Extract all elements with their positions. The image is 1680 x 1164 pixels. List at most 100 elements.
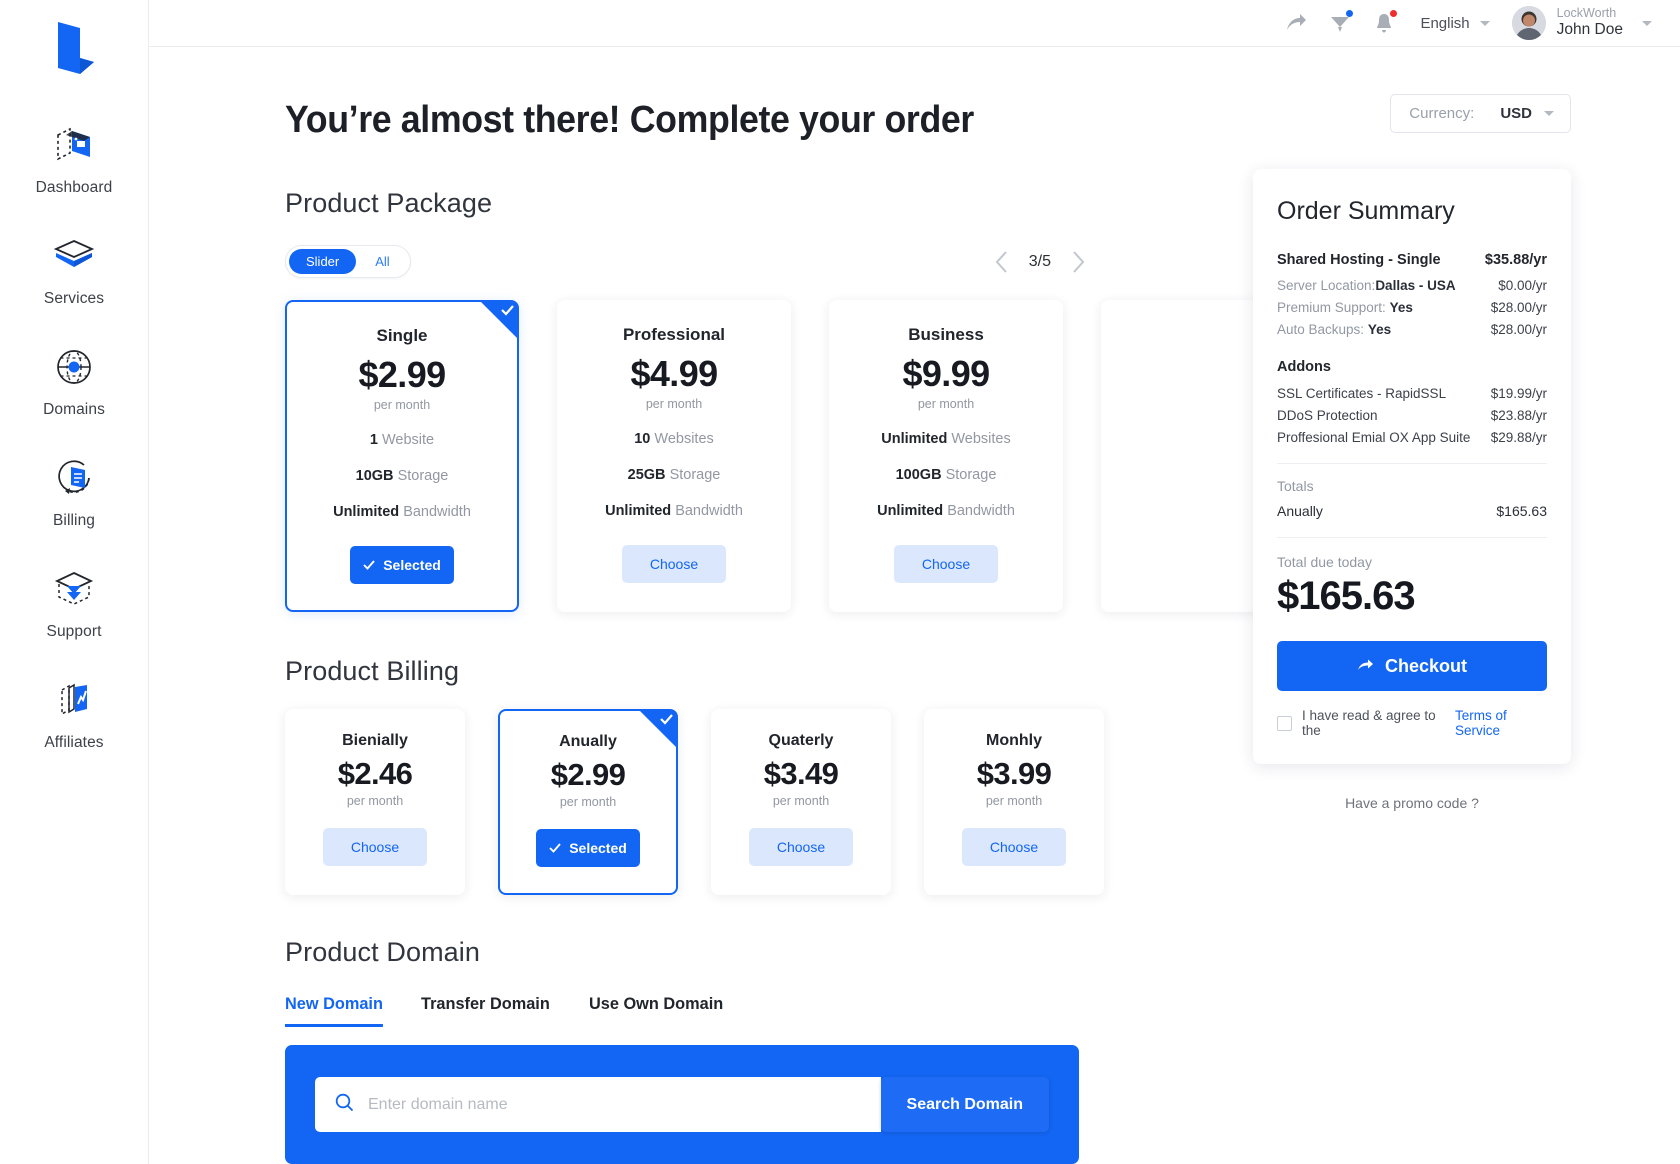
bell-icon[interactable] (1362, 8, 1406, 38)
page-content: You’re almost there! Complete your order… (149, 47, 1680, 1164)
chevron-left-icon[interactable] (995, 250, 1008, 273)
promo-code-link[interactable]: Have a promo code ? (1253, 795, 1571, 811)
billing-name: Monhly (986, 732, 1042, 749)
terms-of-service-link[interactable]: Terms of Service (1455, 708, 1547, 738)
package-feature-label: Website (381, 432, 435, 448)
summary-addon-amount: $29.88/yr (1490, 430, 1547, 445)
billing-price: $2.99 (550, 757, 626, 792)
package-price: $4.99 (630, 353, 718, 394)
billing-name: Quaterly (768, 732, 834, 749)
globe-icon (47, 342, 101, 392)
messages-icon[interactable] (1318, 8, 1362, 38)
package-feature-label: Bandwidth (403, 504, 471, 520)
tab-transfer-domain[interactable]: Transfer Domain (421, 994, 550, 1027)
sidebar: Dashboard Services Domains Billing Suppo… (0, 0, 149, 1164)
sidebar-item-label: Billing (52, 512, 96, 529)
avatar (1511, 6, 1546, 40)
package-price: $9.99 (902, 353, 990, 394)
order-summary-rows: Shared Hosting - Single $35.88/yr Server… (1277, 252, 1547, 445)
package-feature-value: 1 (369, 432, 378, 448)
app-root: Dashboard Services Domains Billing Suppo… (0, 0, 1680, 1164)
domain-tabs: New Domain Transfer Domain Use Own Domai… (285, 994, 1680, 1027)
check-icon (363, 560, 375, 570)
language-selector[interactable]: English (1420, 14, 1490, 32)
tab-use-own-domain[interactable]: Use Own Domain (589, 994, 723, 1027)
package-name: Business (908, 325, 984, 344)
notifications-badge-dot (1390, 10, 1398, 17)
package-feature-value: 100GB (895, 467, 942, 483)
billing-price: $3.99 (976, 756, 1052, 791)
summary-option-row: Server Location:Dallas - USA $0.00/yr (1277, 278, 1547, 293)
view-mode-slider[interactable]: Slider (289, 249, 357, 274)
sidebar-item-dashboard[interactable]: Dashboard (0, 120, 148, 197)
package-period: per month (373, 398, 431, 412)
billing-select-button[interactable]: Selected (536, 829, 640, 867)
sidebar-item-label: Services (43, 290, 105, 307)
summary-option-label: Premium Support: Yes (1277, 300, 1413, 315)
billing-period: per month (772, 794, 830, 808)
sidebar-item-services[interactable]: Services (0, 231, 148, 308)
chevron-right-icon[interactable] (1072, 250, 1085, 273)
total-due-label: Total due today (1277, 554, 1372, 570)
package-card[interactable]: Single $2.99 per month 1 Website 10GB St… (285, 300, 519, 612)
package-select-button[interactable]: Selected (350, 546, 454, 584)
package-period: per month (917, 397, 975, 411)
package-feature: Unlimited Websites (850, 431, 1042, 447)
checkout-button[interactable]: Checkout (1277, 641, 1547, 691)
chevron-down-icon (1479, 20, 1490, 26)
billing-choose-button[interactable]: Choose (323, 828, 427, 866)
terms-checkbox[interactable] (1277, 715, 1292, 731)
package-feature-label: Websites (654, 431, 714, 447)
totals-row: Anually $165.63 (1277, 503, 1547, 519)
checkout-label: Checkout (1384, 655, 1467, 676)
search-icon (335, 1093, 354, 1117)
billing-card[interactable]: Bienially $2.46 per month Choose (285, 709, 465, 895)
sidebar-item-label: Support (46, 623, 102, 640)
package-feature: 25GB Storage (578, 467, 770, 483)
package-feature-value: 10 (634, 431, 651, 447)
affiliates-chart-icon (47, 675, 101, 725)
domain-search-input[interactable] (368, 1095, 861, 1114)
package-feature-value: 25GB (627, 467, 666, 483)
package-card[interactable]: Business $9.99 per month Unlimited Websi… (829, 300, 1063, 612)
billing-select-label: Selected (569, 840, 627, 856)
billing-period: per month (985, 794, 1043, 808)
package-toolbar: Slider All 3/5 (285, 245, 1085, 278)
share-arrow-icon[interactable] (1274, 8, 1318, 38)
domain-search-box (315, 1077, 881, 1132)
summary-option-amount: $28.00/yr (1490, 300, 1547, 315)
sidebar-item-affiliates[interactable]: Affiliates (0, 675, 148, 752)
package-choose-button[interactable]: Choose (894, 545, 998, 583)
sidebar-item-support[interactable]: Support (0, 564, 148, 641)
user-menu[interactable]: LockWorth John Doe (1511, 6, 1652, 40)
package-feature-label: Websites (951, 431, 1011, 447)
billing-choose-button[interactable]: Choose (749, 828, 853, 866)
package-choose-button[interactable]: Choose (622, 545, 726, 583)
top-header: English LockWorth John Doe (149, 0, 1680, 47)
billing-choose-button[interactable]: Choose (962, 828, 1066, 866)
view-mode-toggle: Slider All (285, 245, 411, 278)
domain-search-panel: Search Domain (285, 1045, 1079, 1164)
totals-cycle: Anually (1277, 503, 1323, 519)
summary-product-label: Shared Hosting - Single (1277, 252, 1441, 268)
sidebar-item-domains[interactable]: Domains (0, 342, 148, 419)
summary-addon-amount: $19.99/yr (1490, 386, 1547, 401)
lockworth-logo[interactable] (44, 18, 104, 80)
search-domain-button[interactable]: Search Domain (880, 1077, 1049, 1132)
services-box-icon (47, 231, 101, 281)
billing-period: per month (559, 795, 617, 809)
billing-card[interactable]: Quaterly $3.49 per month Choose (711, 709, 891, 895)
billing-card[interactable]: Monhly $3.99 per month Choose (924, 709, 1104, 895)
package-feature: Unlimited Bandwidth (307, 504, 497, 520)
terms-agreement-row: I have read & agree to the Terms of Serv… (1277, 708, 1547, 738)
package-card[interactable]: Professional $4.99 per month 10 Websites… (557, 300, 791, 612)
summary-addon-amount: $23.88/yr (1490, 408, 1547, 423)
view-mode-all[interactable]: All (358, 249, 406, 274)
package-feature: 100GB Storage (850, 467, 1042, 483)
tab-new-domain[interactable]: New Domain (285, 994, 383, 1027)
billing-card[interactable]: Anually $2.99 per month Selected (498, 709, 678, 895)
sidebar-item-billing[interactable]: Billing (0, 453, 148, 530)
selected-ribbon (480, 301, 518, 339)
currency-selector[interactable]: Currency: USD (1390, 94, 1571, 133)
language-label: English (1420, 14, 1470, 32)
